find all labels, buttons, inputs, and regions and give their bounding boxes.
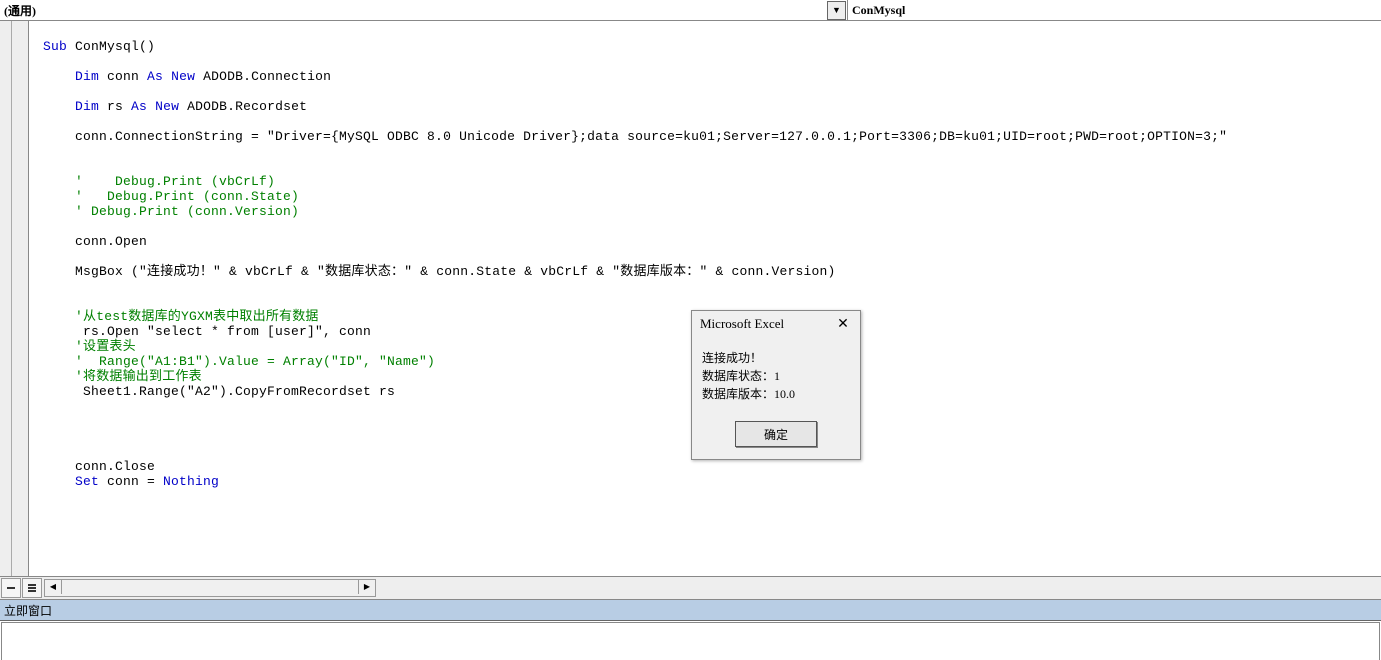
code-line: rs.Open "select * from [user]", conn <box>43 324 371 339</box>
code-comment: '从test数据库的YGXM表中取出所有数据 <box>43 309 319 324</box>
code-comment: '将数据输出到工作表 <box>43 369 202 384</box>
code-comment: '设置表头 <box>43 339 136 354</box>
message-line: 连接成功！ <box>702 349 850 367</box>
code-keyword: Sub <box>43 39 67 54</box>
object-procedure-bar: (通用) ▼ ConMysql ▼ <box>0 0 1381 21</box>
code-line: conn.ConnectionString = "Driver={MySQL O… <box>43 129 1227 144</box>
code-editor[interactable]: Sub ConMysql() Dim conn As New ADODB.Con… <box>29 21 1381 576</box>
message-box: Microsoft Excel ✕ 连接成功！ 数据库状态：1 数据库版本：10… <box>691 310 861 460</box>
full-module-view-button[interactable] <box>22 578 42 598</box>
code-line: MsgBox ("连接成功！" & vbCrLf & "数据库状态：" & co… <box>43 264 836 279</box>
margin-indicator-bar <box>0 21 29 576</box>
message-box-titlebar: Microsoft Excel ✕ <box>692 311 860 339</box>
ok-button[interactable]: 确定 <box>735 421 817 447</box>
message-line: 数据库版本：10.0 <box>702 385 850 403</box>
object-dropdown-label: (通用) <box>0 1 826 20</box>
code-comment: ' Range("A1:B1").Value = Array("ID", "Na… <box>43 354 435 369</box>
code-comment: ' Debug.Print (vbCrLf) <box>43 174 275 189</box>
horizontal-scrollbar[interactable]: ◀ ▶ <box>44 579 376 597</box>
message-box-body: 连接成功！ 数据库状态：1 数据库版本：10.0 <box>692 339 860 407</box>
object-dropdown[interactable]: (通用) ▼ <box>0 0 848 20</box>
code-line: conn.Open <box>43 234 147 249</box>
message-line: 数据库状态：1 <box>702 367 850 385</box>
scroll-right-icon[interactable]: ▶ <box>358 580 375 594</box>
message-box-title: Microsoft Excel <box>700 316 784 332</box>
code-comment: ' Debug.Print (conn.State) <box>43 189 299 204</box>
view-bar: ◀ ▶ <box>0 576 1381 600</box>
code-workspace: Sub ConMysql() Dim conn As New ADODB.Con… <box>0 21 1381 576</box>
procedure-dropdown[interactable]: ConMysql ▼ <box>848 0 1381 20</box>
immediate-window[interactable] <box>1 622 1380 660</box>
chevron-down-icon[interactable]: ▼ <box>827 1 846 20</box>
code-line: Sheet1.Range("A2").CopyFromRecordset rs <box>43 384 395 399</box>
code-comment: ' Debug.Print (conn.Version) <box>43 204 299 219</box>
procedure-view-button[interactable] <box>1 578 21 598</box>
close-icon[interactable]: ✕ <box>834 315 852 333</box>
procedure-dropdown-label: ConMysql <box>848 2 1360 19</box>
scroll-left-icon[interactable]: ◀ <box>45 580 62 594</box>
immediate-window-title: 立即窗口 <box>0 600 1381 621</box>
code-line: conn.Close <box>43 459 155 474</box>
